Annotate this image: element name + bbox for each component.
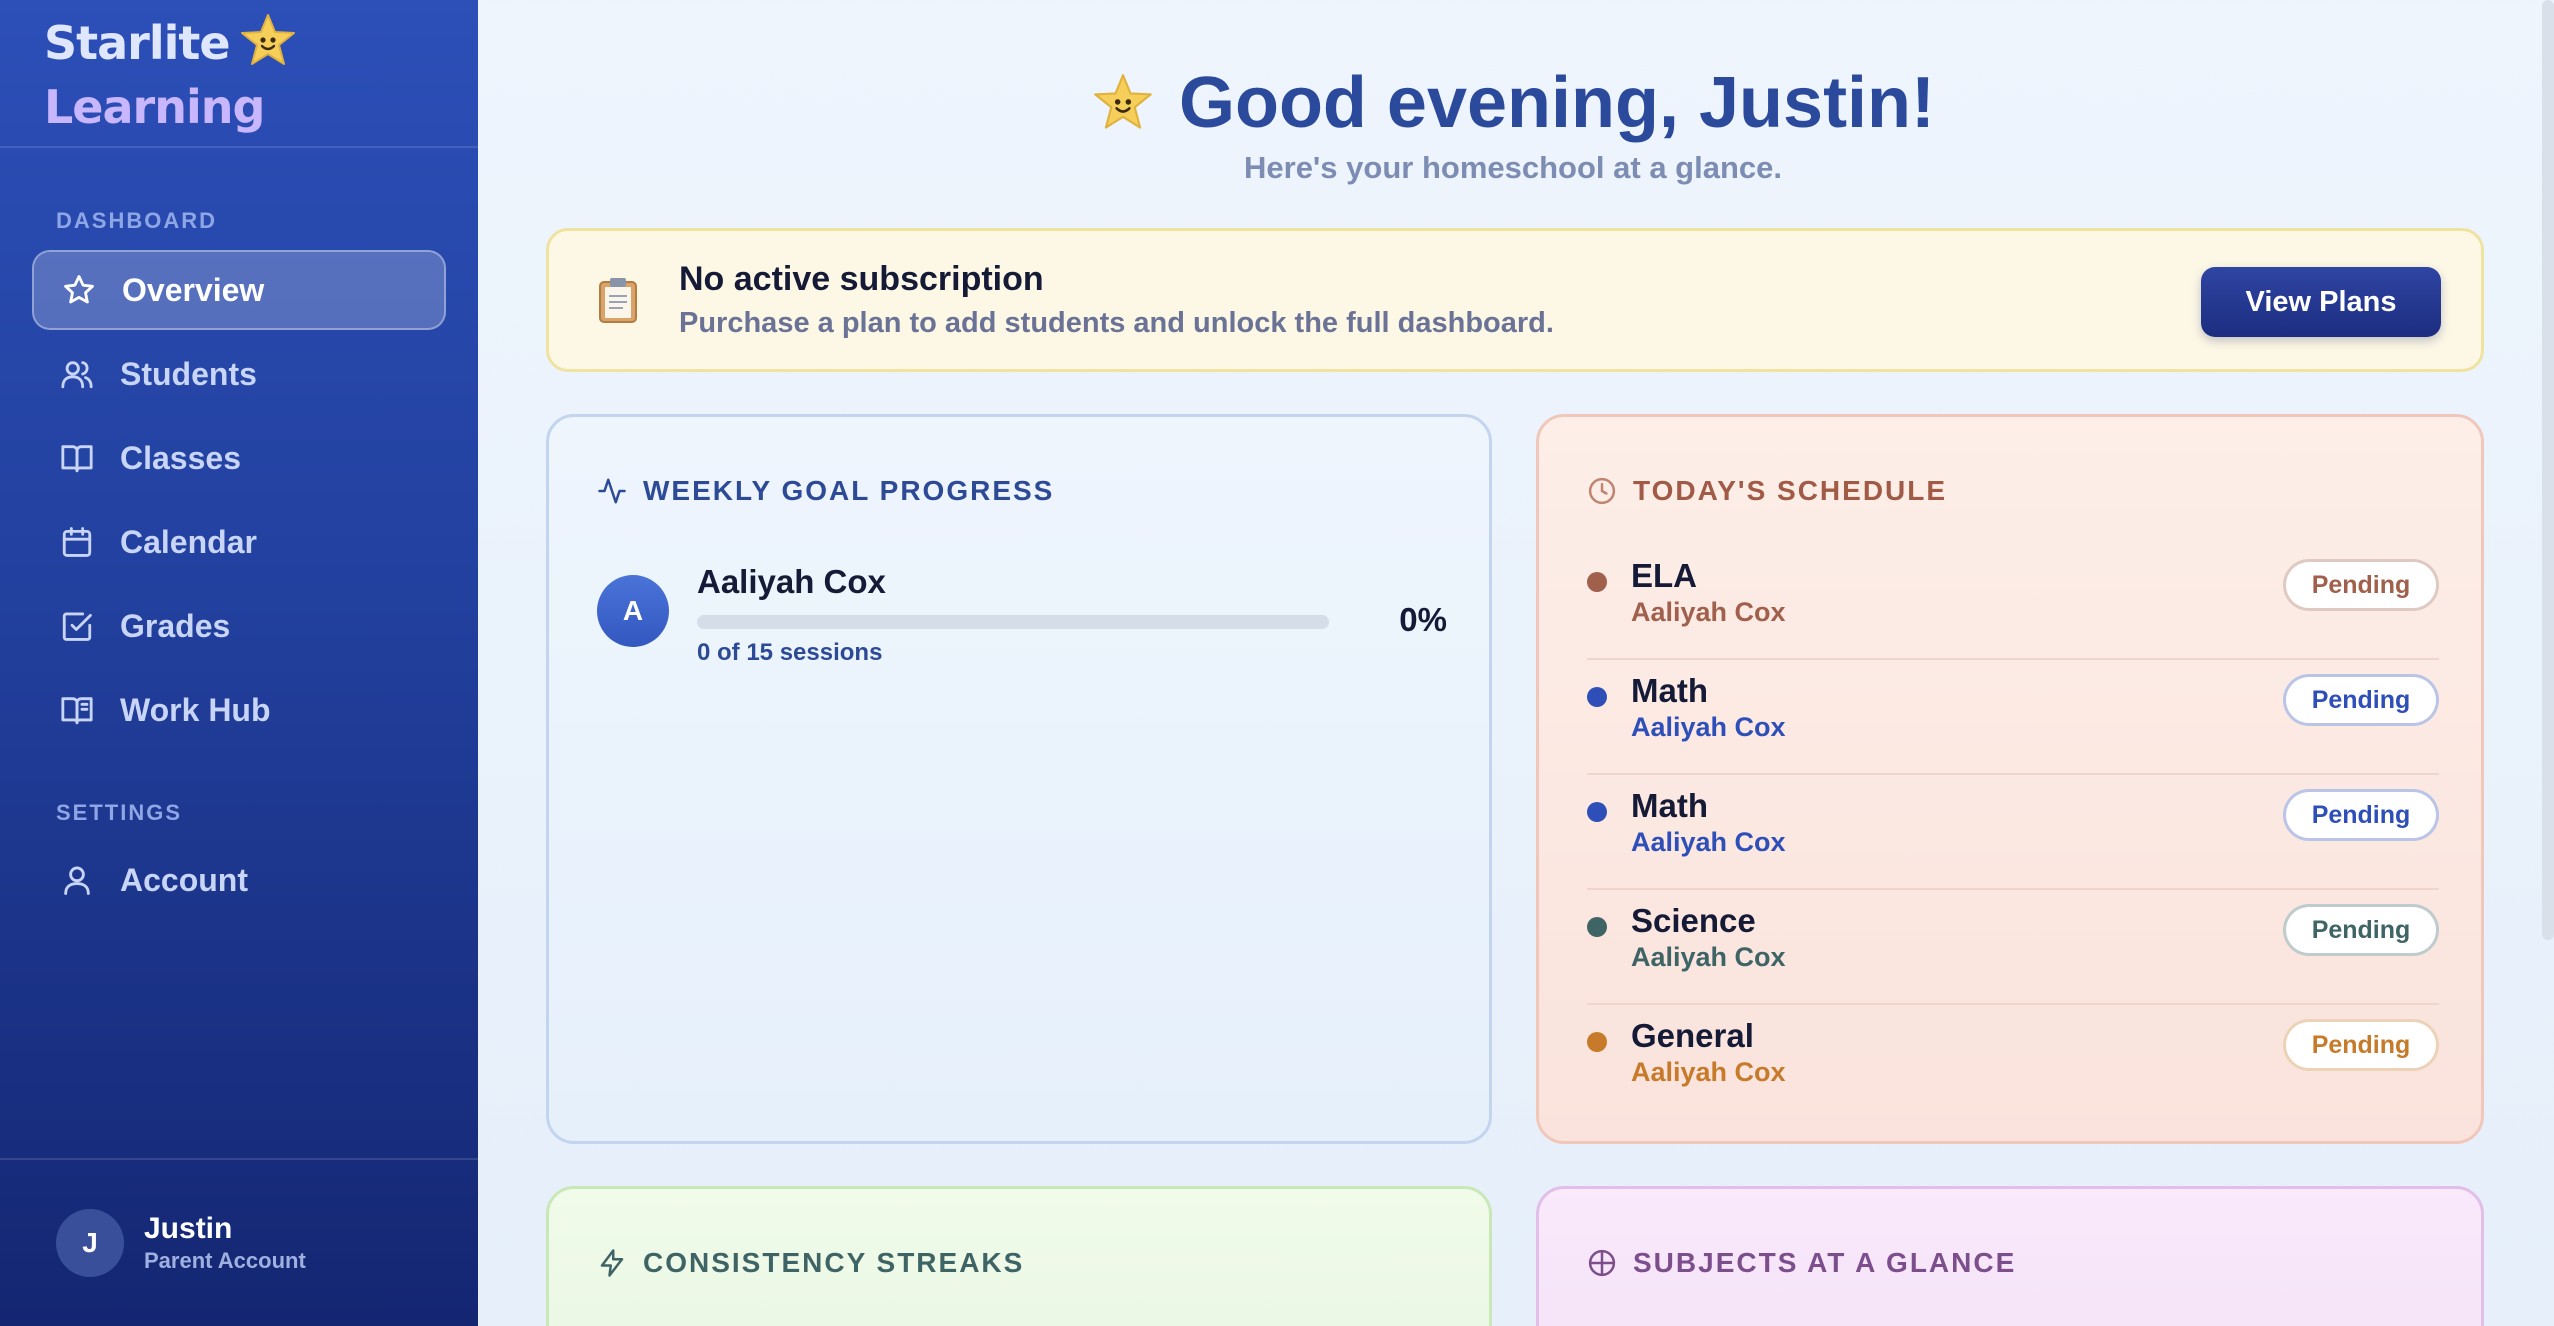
smiley-star-icon: [238, 13, 298, 80]
schedule-subject: ELA: [1631, 557, 1697, 594]
star-icon: [64, 275, 94, 304]
card-title: SUBJECTS AT A GLANCE: [1587, 1247, 2016, 1279]
page-subtitle: Here's your homeschool at a glance.: [1244, 150, 1782, 185]
clipboard-icon: [599, 278, 637, 323]
schedule-subject: General: [1631, 1017, 1754, 1054]
banner-message: Purchase a plan to add students and unlo…: [679, 307, 1554, 339]
schedule-student: Aaliyah Cox: [1631, 597, 1786, 627]
schedule-item[interactable]: Science Aaliyah Cox Pending: [1587, 890, 2439, 1005]
schedule-subject: Science: [1631, 902, 1756, 939]
schedule-student: Aaliyah Cox: [1631, 1057, 1786, 1087]
sidebar-item-label: Classes: [120, 439, 241, 476]
subject-color-dot: [1587, 1032, 1607, 1052]
schedule-subject: Math: [1631, 672, 1708, 709]
user-icon: [64, 866, 90, 895]
sidebar-item-label: Calendar: [120, 523, 257, 560]
avatar: J: [56, 1209, 124, 1277]
sidebar-item-classes[interactable]: Classes: [32, 418, 446, 498]
sidebar-item-label: Overview: [122, 271, 265, 308]
brand-logo[interactable]: Starlite Learning: [0, 0, 478, 148]
card-title: CONSISTENCY STREAKS: [597, 1247, 1024, 1279]
globe-icon: [1588, 1249, 1616, 1277]
users-icon: [61, 361, 93, 389]
subject-color-dot: [1587, 572, 1607, 592]
schedule-student: Aaliyah Cox: [1631, 712, 1786, 742]
sidebar-item-label: Work Hub: [120, 691, 271, 728]
status-badge: Pending: [2283, 1019, 2439, 1071]
user-profile[interactable]: J Justin Parent Account: [0, 1158, 478, 1326]
schedule-subject: Math: [1631, 787, 1708, 824]
schedule-student: Aaliyah Cox: [1631, 942, 1786, 972]
consistency-streaks-card: CONSISTENCY STREAKS: [546, 1186, 1492, 1326]
page-scrollbar[interactable]: [2542, 0, 2554, 940]
subscription-banner: No active subscription Purchase a plan t…: [546, 228, 2484, 372]
card-title: TODAY'S SCHEDULE: [1587, 475, 1947, 507]
card-title: WEEKLY GOAL PROGRESS: [597, 475, 1054, 507]
schedule-item[interactable]: ELA Aaliyah Cox Pending: [1587, 545, 2439, 660]
sidebar-item-account[interactable]: Account: [32, 840, 446, 920]
status-badge: Pending: [2283, 559, 2439, 611]
sidebar-item-calendar[interactable]: Calendar: [32, 502, 446, 582]
page-title: Good evening, Justin!: [478, 62, 2548, 144]
subject-color-dot: [1587, 917, 1607, 937]
sidebar-item-label: Account: [120, 861, 248, 898]
subjects-at-a-glance-card: SUBJECTS AT A GLANCE: [1536, 1186, 2484, 1326]
section-label-dashboard: DASHBOARD: [56, 208, 217, 233]
subject-color-dot: [1587, 802, 1607, 822]
clock-icon: [1588, 477, 1616, 505]
subject-color-dot: [1587, 687, 1607, 707]
activity-icon: [598, 478, 626, 504]
banner-title: No active subscription: [679, 260, 1044, 298]
progress-bar: [697, 615, 1329, 629]
sidebar: Starlite Learning DASHBOARD Overview Stud…: [0, 0, 478, 1326]
sidebar-item-label: Students: [120, 355, 257, 392]
book-open-icon: [61, 445, 93, 473]
brand-name-part2: Learning: [44, 79, 265, 134]
schedule-student: Aaliyah Cox: [1631, 827, 1786, 857]
sidebar-item-label: Grades: [120, 607, 231, 644]
sessions-count: 0 of 15 sessions: [697, 639, 883, 666]
calendar-icon: [62, 527, 92, 557]
sidebar-item-work-hub[interactable]: Work Hub: [32, 670, 446, 750]
weekly-goal-card: WEEKLY GOAL PROGRESS A Aaliyah Cox 0 of …: [546, 414, 1492, 1144]
schedule-list: ELA Aaliyah Cox Pending Math Aaliyah Cox…: [1587, 545, 2439, 1120]
avatar: A: [597, 575, 669, 647]
schedule-item[interactable]: Math Aaliyah Cox Pending: [1587, 775, 2439, 890]
brand-name-part1: Starlite: [44, 15, 231, 70]
sidebar-item-students[interactable]: Students: [32, 334, 446, 414]
schedule-item[interactable]: General Aaliyah Cox Pending: [1587, 1005, 2439, 1120]
user-role: Parent Account: [144, 1248, 306, 1273]
status-badge: Pending: [2283, 789, 2439, 841]
book-icon: [61, 697, 93, 725]
sidebar-item-overview[interactable]: Overview: [32, 250, 446, 330]
check-square-icon: [62, 612, 92, 641]
lightning-icon: [600, 1249, 624, 1277]
section-label-settings: SETTINGS: [56, 800, 183, 825]
status-badge: Pending: [2283, 674, 2439, 726]
smiley-star-icon: [1094, 74, 1152, 129]
student-name: Aaliyah Cox: [697, 563, 886, 600]
user-name: Justin: [144, 1212, 233, 1245]
status-badge: Pending: [2283, 904, 2439, 956]
view-plans-button[interactable]: View Plans: [2201, 267, 2441, 337]
progress-percent: 0%: [1399, 601, 1447, 638]
todays-schedule-card: TODAY'S SCHEDULE ELA Aaliyah Cox Pending…: [1536, 414, 2484, 1144]
sidebar-item-grades[interactable]: Grades: [32, 586, 446, 666]
goal-student-row[interactable]: A Aaliyah Cox 0 of 15 sessions 0%: [597, 563, 1447, 666]
schedule-item[interactable]: Math Aaliyah Cox Pending: [1587, 660, 2439, 775]
greeting-text: Good evening, Justin!: [1178, 63, 1936, 143]
